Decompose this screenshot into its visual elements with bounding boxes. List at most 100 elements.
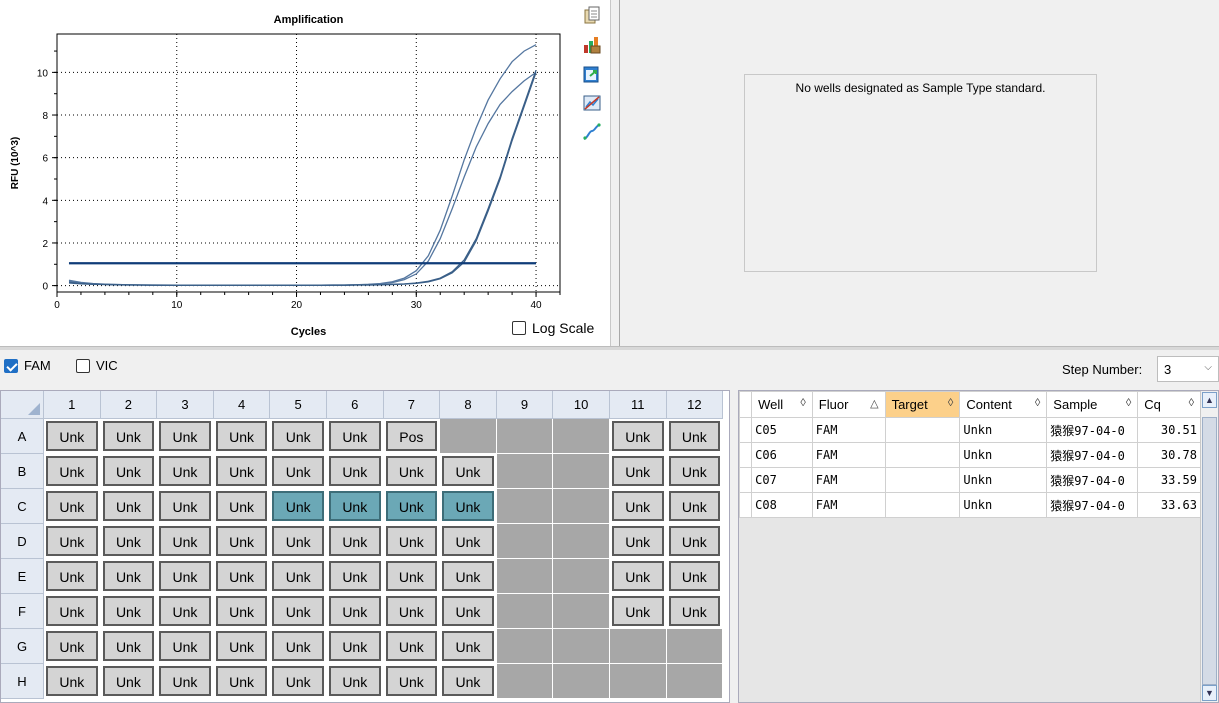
- plate-well[interactable]: Unk: [157, 419, 214, 454]
- plate-well[interactable]: Unk: [609, 594, 667, 629]
- plate-well[interactable]: [496, 454, 554, 489]
- results-column-header[interactable]: Content ◊: [959, 391, 1048, 418]
- plate-well[interactable]: Unk: [44, 664, 101, 699]
- results-column-header[interactable]: Fluor △: [811, 391, 886, 418]
- plate-well[interactable]: [666, 664, 724, 699]
- plate-well[interactable]: Unk: [44, 419, 101, 454]
- step-number-select[interactable]: 3 ⌵: [1157, 356, 1219, 382]
- fluor-toggle-fam[interactable]: FAM: [4, 358, 51, 373]
- plate-well[interactable]: Unk: [440, 629, 497, 664]
- plate-select-all[interactable]: [1, 391, 44, 419]
- plate-well[interactable]: [553, 419, 610, 454]
- plate-well[interactable]: [496, 524, 554, 559]
- plate-row-header[interactable]: A: [1, 419, 44, 454]
- plate-well[interactable]: [609, 664, 667, 699]
- plate-well[interactable]: Unk: [44, 629, 101, 664]
- row-header[interactable]: [738, 467, 753, 493]
- plate-well[interactable]: Unk: [666, 559, 724, 594]
- table-row[interactable]: C08 FAM Unkn 猿猴97-04-0 33.63: [738, 492, 1201, 518]
- plate-well[interactable]: Unk: [383, 489, 441, 524]
- plate-column-header[interactable]: 1: [44, 391, 101, 419]
- results-column-header[interactable]: Target ◊: [884, 391, 961, 418]
- scroll-thumb[interactable]: [1202, 417, 1217, 685]
- plate-column-header[interactable]: 6: [326, 391, 384, 419]
- plate-well[interactable]: [496, 559, 554, 594]
- plate-well[interactable]: Unk: [440, 664, 497, 699]
- plate-well[interactable]: Pos: [383, 419, 441, 454]
- fam-checkbox[interactable]: [4, 358, 18, 373]
- plate-well[interactable]: Unk: [44, 524, 101, 559]
- plate-column-header[interactable]: 12: [666, 391, 724, 419]
- table-row[interactable]: C07 FAM Unkn 猿猴97-04-0 33.59: [738, 467, 1201, 493]
- results-column-header[interactable]: Sample ◊: [1046, 391, 1139, 418]
- plate-well[interactable]: Unk: [157, 454, 214, 489]
- plate-well[interactable]: Unk: [383, 524, 441, 559]
- plate-well[interactable]: Unk: [213, 629, 271, 664]
- plate-well[interactable]: Unk: [44, 559, 101, 594]
- plate-well[interactable]: [553, 454, 610, 489]
- plate-well[interactable]: [553, 524, 610, 559]
- plate-well[interactable]: [496, 419, 554, 454]
- plate-column-header[interactable]: 7: [383, 391, 441, 419]
- plate-well[interactable]: Unk: [609, 489, 667, 524]
- plate-row-header[interactable]: H: [1, 664, 44, 699]
- plate-well[interactable]: Unk: [383, 559, 441, 594]
- plate-well[interactable]: [496, 489, 554, 524]
- plate-well[interactable]: Unk: [609, 559, 667, 594]
- plate-well[interactable]: Unk: [609, 524, 667, 559]
- plate-well[interactable]: Unk: [326, 664, 384, 699]
- results-column-header[interactable]: Cq ◊: [1137, 391, 1201, 418]
- log-scale-checkbox[interactable]: [512, 321, 526, 335]
- scroll-down-button[interactable]: ▼: [1202, 685, 1217, 701]
- plate-row-header[interactable]: F: [1, 594, 44, 629]
- plate-well[interactable]: Unk: [100, 489, 158, 524]
- plate-row-header[interactable]: B: [1, 454, 44, 489]
- plate-well[interactable]: [553, 489, 610, 524]
- plate-well[interactable]: Unk: [100, 629, 158, 664]
- row-header[interactable]: [738, 417, 753, 443]
- plate-row-header[interactable]: C: [1, 489, 44, 524]
- plate-well[interactable]: [609, 629, 667, 664]
- plate-well[interactable]: [496, 629, 554, 664]
- plate-column-header[interactable]: 9: [496, 391, 554, 419]
- curve-icon[interactable]: [582, 122, 602, 142]
- plate-well[interactable]: [440, 419, 497, 454]
- plate-well[interactable]: Unk: [157, 664, 214, 699]
- plate-well[interactable]: [553, 559, 610, 594]
- plate-well[interactable]: Unk: [44, 489, 101, 524]
- plate-well[interactable]: Unk: [270, 559, 327, 594]
- copy-icon[interactable]: [582, 6, 602, 26]
- plate-well[interactable]: Unk: [157, 524, 214, 559]
- plate-well[interactable]: Unk: [440, 594, 497, 629]
- plate-column-header[interactable]: 8: [440, 391, 497, 419]
- plate-well[interactable]: Unk: [440, 454, 497, 489]
- plate-well[interactable]: Unk: [383, 454, 441, 489]
- results-scrollbar[interactable]: ▲ ▼: [1200, 391, 1218, 702]
- results-column-header[interactable]: Well ◊: [751, 391, 813, 418]
- plate-well[interactable]: Unk: [440, 559, 497, 594]
- plate-well[interactable]: Unk: [270, 419, 327, 454]
- plate-column-header[interactable]: 2: [100, 391, 158, 419]
- log-scale-toggle[interactable]: Log Scale: [512, 320, 594, 336]
- plate-well[interactable]: Unk: [100, 419, 158, 454]
- plate-well[interactable]: Unk: [270, 454, 327, 489]
- plate-well[interactable]: Unk: [157, 559, 214, 594]
- plate-well[interactable]: Unk: [270, 524, 327, 559]
- plate-well[interactable]: Unk: [383, 629, 441, 664]
- plate-row-header[interactable]: E: [1, 559, 44, 594]
- plate-well[interactable]: [553, 629, 610, 664]
- vic-checkbox[interactable]: [76, 358, 90, 373]
- plate-well[interactable]: Unk: [326, 419, 384, 454]
- plate-well[interactable]: Unk: [100, 594, 158, 629]
- plate-well[interactable]: [553, 594, 610, 629]
- plate-well[interactable]: Unk: [440, 489, 497, 524]
- plate-well[interactable]: Unk: [213, 594, 271, 629]
- plate-well[interactable]: Unk: [270, 489, 327, 524]
- plate-well[interactable]: Unk: [157, 629, 214, 664]
- plate-well[interactable]: Unk: [383, 664, 441, 699]
- plate-well[interactable]: [553, 664, 610, 699]
- plate-well[interactable]: Unk: [326, 489, 384, 524]
- amplification-chart[interactable]: 0 10 20 30 40 0 2 4 6 8 10 Amplification Cycles RFU (…: [0, 0, 580, 346]
- plate-well[interactable]: Unk: [440, 524, 497, 559]
- plate-row-header[interactable]: D: [1, 524, 44, 559]
